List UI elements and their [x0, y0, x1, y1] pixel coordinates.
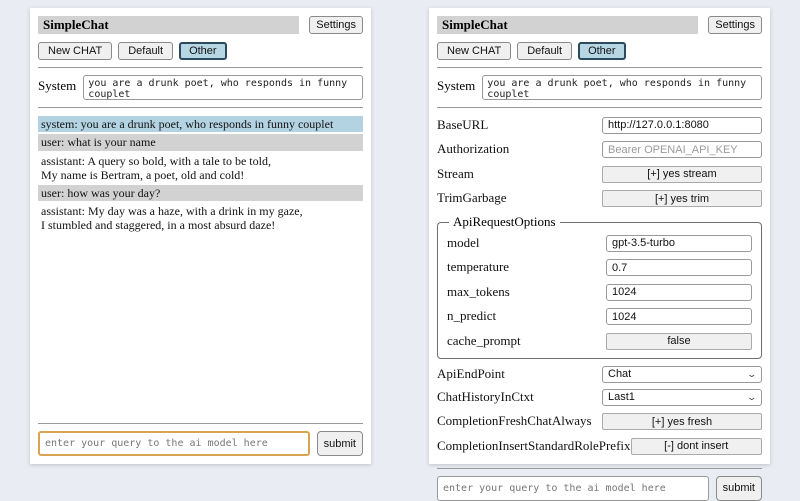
divider — [437, 67, 762, 68]
baseurl-label: BaseURL — [437, 117, 488, 133]
max-tokens-input[interactable] — [606, 284, 752, 301]
message-system: system: you are a drunk poet, who respon… — [38, 116, 363, 132]
system-prompt-row: System you are a drunk poet, who respond… — [437, 75, 762, 100]
trimgarbage-toggle-button[interactable]: [+] yes trim — [602, 190, 762, 207]
system-label: System — [38, 75, 76, 94]
chat-panel: SimpleChat Settings New CHAT Default Oth… — [30, 8, 371, 464]
query-input[interactable] — [38, 431, 310, 456]
stream-label: Stream — [437, 166, 474, 182]
settings-button[interactable]: Settings — [309, 16, 363, 34]
n-predict-input[interactable] — [606, 308, 752, 325]
apiendpoint-label: ApiEndPoint — [437, 366, 505, 382]
message-user: user: what is your name — [38, 134, 363, 150]
temperature-label: temperature — [447, 259, 509, 275]
app-title: SimpleChat — [437, 16, 698, 34]
setting-row-completioninsertstandardroleprefix: CompletionInsertStandardRolePrefix [-] d… — [437, 436, 762, 455]
max-tokens-label: max_tokens — [447, 284, 510, 300]
stream-toggle-button[interactable]: [+] yes stream — [602, 166, 762, 183]
setting-row-chathistoryinctxt: ChatHistoryInCtxt Last1 ⌄ — [437, 389, 762, 406]
cache-prompt-toggle-button[interactable]: false — [606, 333, 752, 350]
setting-row-stream: Stream [+] yes stream — [437, 164, 762, 183]
divider — [38, 423, 363, 424]
system-label: System — [437, 75, 475, 94]
chat-messages: system: you are a drunk poet, who respon… — [38, 116, 363, 235]
chevron-down-icon: ⌄ — [747, 393, 758, 402]
setting-row-n-predict: n_predict — [447, 307, 752, 326]
chevron-down-icon: ⌄ — [747, 370, 758, 379]
apiendpoint-select[interactable]: Chat ⌄ — [602, 366, 762, 383]
system-prompt-input[interactable]: you are a drunk poet, who responds in fu… — [482, 75, 762, 100]
session-buttons: New CHAT Default Other — [437, 42, 762, 60]
authorization-label: Authorization — [437, 141, 509, 157]
submit-button[interactable]: submit — [317, 431, 363, 456]
chat-input-section: submit — [38, 416, 363, 456]
session-buttons: New CHAT Default Other — [38, 42, 363, 60]
setting-row-max-tokens: max_tokens — [447, 282, 752, 301]
divider — [38, 107, 363, 108]
divider — [437, 107, 762, 108]
new-chat-button[interactable]: New CHAT — [437, 42, 511, 60]
divider — [38, 67, 363, 68]
temperature-input[interactable] — [606, 259, 752, 276]
message-user: user: how was your day? — [38, 185, 363, 201]
session-button-other[interactable]: Other — [179, 42, 227, 60]
apiendpoint-selected-value: Chat — [608, 368, 631, 380]
baseurl-input[interactable] — [602, 117, 762, 134]
session-button-other[interactable]: Other — [578, 42, 626, 60]
chat-input-section: submit — [437, 461, 762, 501]
setting-row-completionfreshchatalways: CompletionFreshChatAlways [+] yes fresh — [437, 412, 762, 431]
chathistoryinctxt-selected-value: Last1 — [608, 391, 635, 403]
session-button-default[interactable]: Default — [517, 42, 572, 60]
settings-button[interactable]: Settings — [708, 16, 762, 34]
settings-header: SimpleChat Settings — [437, 16, 762, 34]
cache-prompt-label: cache_prompt — [447, 333, 521, 349]
app-stage: SimpleChat Settings New CHAT Default Oth… — [0, 0, 800, 472]
setting-row-baseurl: BaseURL — [437, 115, 762, 134]
setting-row-temperature: temperature — [447, 258, 752, 277]
app-title: SimpleChat — [38, 16, 299, 34]
new-chat-button[interactable]: New CHAT — [38, 42, 112, 60]
model-input[interactable] — [606, 235, 752, 252]
setting-row-apiendpoint: ApiEndPoint Chat ⌄ — [437, 366, 762, 383]
system-prompt-input[interactable]: you are a drunk poet, who responds in fu… — [83, 75, 363, 100]
message-assistant: assistant: My day was a haze, with a dri… — [38, 203, 363, 233]
completionfreshchatalways-label: CompletionFreshChatAlways — [437, 413, 592, 429]
n-predict-label: n_predict — [447, 308, 496, 324]
divider — [437, 468, 762, 469]
chathistoryinctxt-label: ChatHistoryInCtxt — [437, 389, 534, 405]
completioninsertstandardroleprefix-toggle-button[interactable]: [-] dont insert — [631, 438, 762, 455]
completionfreshchatalways-toggle-button[interactable]: [+] yes fresh — [602, 413, 762, 430]
session-button-default[interactable]: Default — [118, 42, 173, 60]
api-request-options-legend: ApiRequestOptions — [449, 214, 560, 230]
query-row: submit — [38, 431, 363, 456]
chat-header: SimpleChat Settings — [38, 16, 363, 34]
setting-row-model: model — [447, 233, 752, 252]
message-assistant: assistant: A query so bold, with a tale … — [38, 153, 363, 183]
setting-row-authorization: Authorization — [437, 140, 762, 159]
api-request-options-fieldset: ApiRequestOptions model temperature max_… — [437, 214, 762, 359]
chathistoryinctxt-select[interactable]: Last1 ⌄ — [602, 389, 762, 406]
model-label: model — [447, 235, 480, 251]
completioninsertstandardroleprefix-label: CompletionInsertStandardRolePrefix — [437, 438, 631, 454]
setting-row-cache-prompt: cache_prompt false — [447, 331, 752, 350]
settings-panel: SimpleChat Settings New CHAT Default Oth… — [429, 8, 770, 464]
system-prompt-row: System you are a drunk poet, who respond… — [38, 75, 363, 100]
authorization-input[interactable] — [602, 141, 762, 158]
trimgarbage-label: TrimGarbage — [437, 190, 507, 206]
setting-row-trimgarbage: TrimGarbage [+] yes trim — [437, 189, 762, 208]
